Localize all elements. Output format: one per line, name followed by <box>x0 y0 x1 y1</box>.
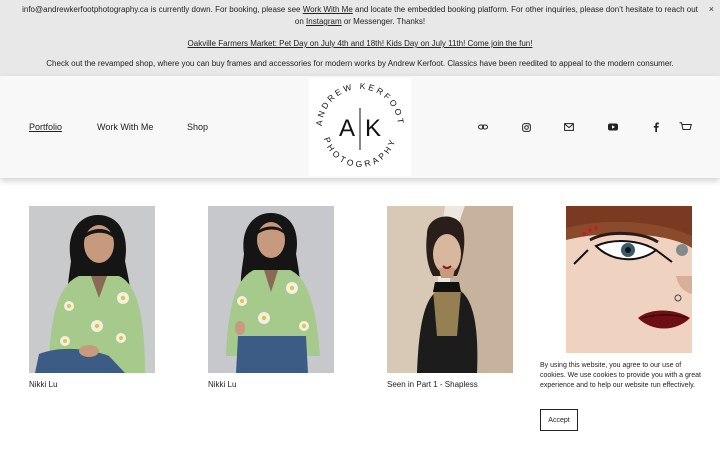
link-icon[interactable] <box>476 120 490 134</box>
farmers-market-link[interactable]: Oakville Farmers Market: Pet Day on July… <box>188 39 533 48</box>
logo-letter-a: A <box>339 115 355 142</box>
gallery-caption[interactable]: Nikki Lu <box>29 380 155 390</box>
facebook-icon[interactable] <box>649 120 663 134</box>
announcement-line-3: Check out the revamped shop, where you c… <box>46 59 674 68</box>
announcement-line-1: info@andrewkerfootphotography.ca is curr… <box>20 4 700 28</box>
gallery-photo[interactable] <box>208 206 334 373</box>
gallery-photo[interactable] <box>387 206 513 373</box>
nav-shop[interactable]: Shop <box>187 121 208 133</box>
cookie-banner: By using this website, you agree to our … <box>534 353 714 439</box>
instagram-link[interactable]: Instagram <box>306 17 342 26</box>
gallery-photo[interactable] <box>566 206 692 373</box>
work-with-me-link[interactable]: Work With Me <box>303 5 353 14</box>
email-icon[interactable] <box>562 120 576 134</box>
close-icon[interactable]: × <box>709 4 714 14</box>
gallery-item[interactable]: Nikki Lu <box>29 206 155 390</box>
youtube-icon[interactable] <box>606 120 620 134</box>
announcement-bar: info@andrewkerfootphotography.ca is curr… <box>0 0 720 76</box>
logo-letter-k: K <box>365 115 381 142</box>
nav-work-with-me[interactable]: Work With Me <box>97 121 153 133</box>
gallery-caption[interactable]: Seen in Part 1 - Shapless <box>387 380 513 390</box>
gallery-caption[interactable]: Nikki Lu <box>208 380 334 390</box>
accept-cookies-button[interactable]: Accept <box>540 409 578 431</box>
site-logo[interactable]: ANDREW KERFOOT PHOTOGRAPHY A K <box>309 78 411 176</box>
announcement-text: info@andrewkerfootphotography.ca is curr… <box>22 5 303 14</box>
announcement-line-2: Oakville Farmers Market: Pet Day on July… <box>20 38 700 50</box>
nav-portfolio[interactable]: Portfolio <box>29 121 62 133</box>
gallery-item[interactable]: Nikki Lu <box>208 206 334 390</box>
cookie-text: By using this website, you agree to our … <box>540 362 701 389</box>
announcement-text: or Messenger. Thanks! <box>341 17 426 26</box>
instagram-icon[interactable] <box>519 120 533 134</box>
site-header: Portfolio Work With Me Shop ANDREW KERFO… <box>0 76 720 178</box>
gallery-photo[interactable] <box>29 206 155 373</box>
gallery-item[interactable]: Seen in Part 1 - Shapless <box>387 206 513 390</box>
cart-icon[interactable] <box>677 120 693 134</box>
